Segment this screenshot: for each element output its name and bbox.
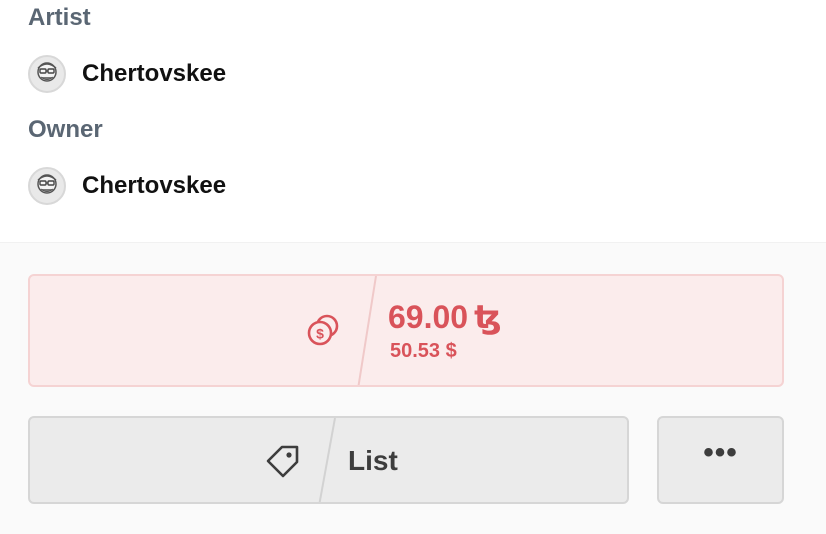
artist-name[interactable]: Chertovskee — [82, 60, 226, 88]
tag-icon — [266, 445, 299, 478]
price-amount-row: 69.00 ꜩ — [388, 298, 502, 336]
artist-label: Artist — [28, 4, 91, 31]
more-icon[interactable]: ••• — [703, 436, 738, 470]
owner-name[interactable]: Chertovskee — [82, 172, 226, 200]
svg-text:$: $ — [316, 326, 324, 342]
owner-label: Owner — [28, 116, 103, 143]
price-amount: 69.00 — [388, 298, 469, 335]
coins-icon: $ — [307, 314, 339, 346]
list-button[interactable]: List — [28, 416, 629, 504]
details-panel: Artist Chertovskee Owner Chertovskee — [0, 0, 826, 242]
list-button-label[interactable]: List — [348, 445, 398, 477]
artist-row[interactable]: Chertovskee — [28, 55, 226, 93]
list-button-divider — [318, 418, 336, 502]
artist-avatar-icon[interactable] — [28, 55, 66, 93]
owner-row[interactable]: Chertovskee — [28, 167, 226, 205]
tez-currency-icon: ꜩ — [474, 299, 502, 335]
price-box: $ 69.00 ꜩ 50.53 $ — [28, 274, 784, 387]
owner-avatar-icon[interactable] — [28, 167, 66, 205]
price-divider — [357, 276, 377, 385]
more-options-button[interactable]: ••• — [657, 416, 784, 504]
price-usd: 50.53 $ — [390, 340, 457, 362]
